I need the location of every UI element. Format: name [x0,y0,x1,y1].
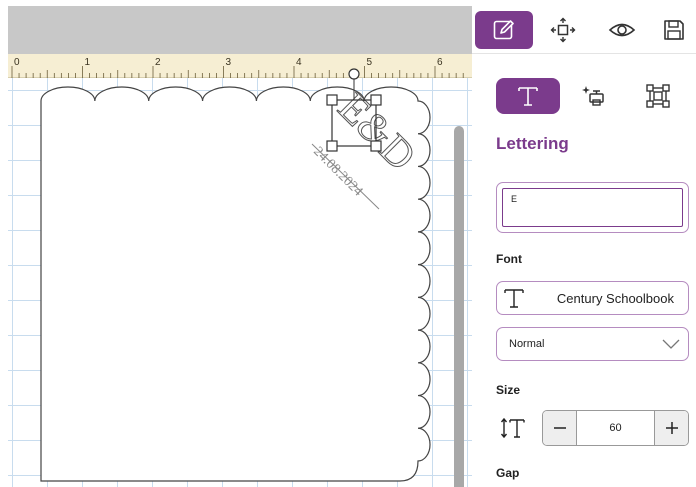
text-T-icon [518,87,538,106]
font-selector[interactable]: Century Schoolbook [496,281,689,315]
main-toolbar [472,6,696,54]
section-title: Lettering [496,134,569,153]
font-style-dropdown[interactable]: Normal [496,327,689,361]
save-button[interactable] [652,11,696,49]
font-name: Century Schoolbook [556,290,674,306]
font-T-icon [497,286,531,310]
font-style-value: Normal [509,338,545,350]
size-stepper[interactable]: 60 [542,410,689,446]
edit-icon [493,20,514,40]
card-artwork[interactable]: 24.08.2024 E&D [0,0,472,487]
preview-button[interactable] [593,11,651,49]
plus-icon [665,422,678,434]
preview-eye-icon [608,23,636,37]
resize-handle-tr[interactable] [370,94,382,106]
properties-panel: Lettering E Font Century Schoolbook Norm… [472,0,696,487]
gap-label: Gap [496,466,520,480]
lettering-text-input[interactable]: E [502,188,683,227]
edit-tool-button[interactable] [475,11,533,49]
size-row: 60 [496,410,689,446]
font-label: Font [496,252,522,266]
size-value[interactable]: 60 [577,411,654,445]
chevron-down-icon [662,339,680,349]
tab-lettering[interactable] [496,78,560,114]
size-decrease-button[interactable] [543,411,577,445]
lettering-text-field[interactable]: E [496,182,689,233]
text-size-icon [500,417,525,439]
tab-effects[interactable] [562,78,626,114]
minus-icon [553,427,566,429]
save-icon [664,20,684,40]
resize-handle-bl[interactable] [326,140,338,152]
rotate-handle[interactable] [348,68,360,80]
resize-handle-br[interactable] [370,140,382,152]
resize-handle-tl[interactable] [326,94,338,106]
size-increase-button[interactable] [654,411,688,445]
tab-transform[interactable] [626,78,690,114]
effects-icon [582,86,604,106]
design-canvas-area[interactable]: 0123456 24.08.2024 E&D [0,0,472,487]
size-label: Size [496,383,521,397]
transform-icon [646,84,670,108]
arrange-icon [550,17,576,43]
arrange-tool-button[interactable] [534,11,592,49]
panel-subtabs [490,78,686,116]
